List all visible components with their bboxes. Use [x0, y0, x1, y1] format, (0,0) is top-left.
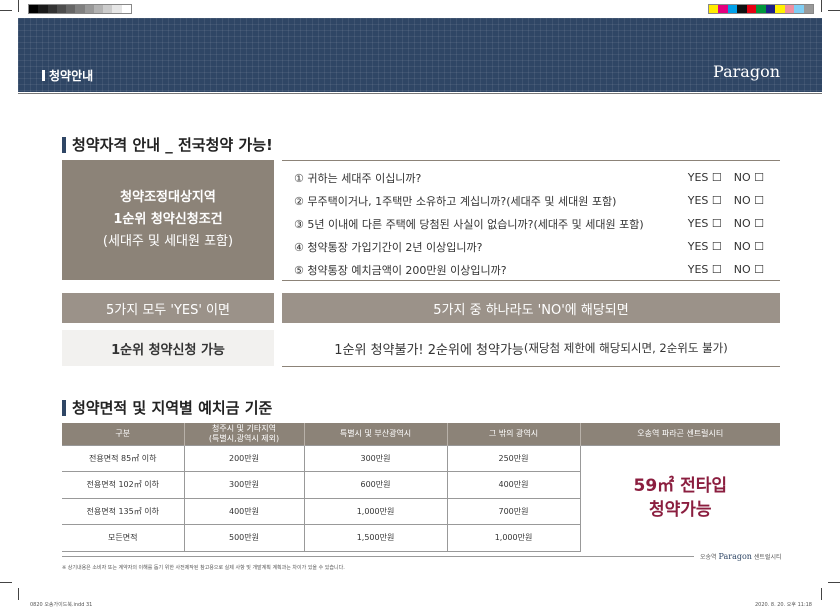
rule-line [282, 366, 780, 367]
deposit-heading: 청약면적 및 지역별 예치금 기준 [62, 397, 272, 418]
crop-mark [828, 10, 840, 11]
table-cell: 700만원 [446, 497, 580, 525]
highlight-line-1: 59㎡ 전타입 [633, 476, 728, 497]
yes-checkbox[interactable]: YES ☐ [688, 194, 722, 207]
table-cell: 전용면적 85㎡ 이하 [62, 444, 184, 472]
column-header: 오송역 파라곤 센트럴시티 [579, 423, 780, 445]
condition-line-1: 청약조정대상지역 [120, 190, 216, 205]
no-checkbox[interactable]: NO ☐ [734, 194, 764, 207]
any-no-result-note: (재당첨 제한에 해당되시면, 2순위도 불가) [523, 341, 728, 355]
deposit-heading-text: 청약면적 및 지역별 예치금 기준 [72, 399, 273, 417]
table-row: 전용면적 85㎡ 이하 200만원 300만원 250만원 59㎡ 전타입 청약… [62, 444, 780, 551]
yes-checkbox[interactable]: YES ☐ [688, 240, 722, 253]
footer-logo-brand: Paragon [718, 552, 752, 561]
highlight-cell: 59㎡ 전타입 청약가능 [579, 444, 780, 551]
no-checkbox[interactable]: NO ☐ [734, 240, 764, 253]
highlight-line-2: 청약가능 [648, 500, 712, 521]
yes-checkbox[interactable]: YES ☐ [688, 171, 722, 184]
header-divider [18, 93, 822, 94]
deposit-table: 구분 청주시 및 기타지역 (특별시,광역시 제외) 특별시 및 부산광역시 그 … [62, 423, 780, 552]
question-text: ④ 청약통장 가입기간이 2년 이상입니까? [294, 240, 483, 254]
heading-bar-icon [62, 399, 66, 416]
crop-mark [0, 582, 12, 583]
eligibility-heading: 청약자격 안내 _ 전국청약 가능! [62, 134, 273, 155]
question-row: ① 귀하는 세대주 이십니까? YES ☐ NO ☐ [294, 166, 764, 189]
question-text: ① 귀하는 세대주 이십니까? [294, 171, 422, 185]
heading-bar-icon [62, 136, 66, 153]
question-row: ⑤ 청약통장 예치금액이 200만원 이상입니까? YES ☐ NO ☐ [294, 258, 764, 281]
question-list: ① 귀하는 세대주 이십니까? YES ☐ NO ☐ ② 무주택이거나, 1주택만 … [294, 166, 764, 281]
table-cell: 모든면적 [62, 524, 184, 552]
footer-rule [62, 556, 694, 557]
column-header-line: 청주시 및 기타지역 [212, 423, 276, 433]
all-yes-result: 1순위 청약신청 가능 [62, 330, 274, 366]
section-label: 청약안내 [42, 67, 93, 84]
section-label-text: 청약안내 [49, 69, 94, 83]
condition-box: 청약조정대상지역 1순위 청약신청조건 (세대주 및 세대원 포함) [62, 160, 274, 280]
table-cell: 전용면적 135㎡ 이하 [62, 497, 184, 525]
table-cell: 300만원 [183, 471, 304, 498]
header-band [18, 18, 822, 92]
table-cell: 400만원 [446, 471, 580, 498]
print-info-right: 2020. 8. 20. 오후 11:18 [754, 602, 812, 608]
question-text: ③ 5년 이내에 다른 주택에 당첨된 사실이 없습니까?(세대주 및 세대원 … [294, 217, 644, 231]
table-cell: 1,000만원 [446, 524, 580, 552]
crop-mark [18, 0, 19, 12]
table-cell: 200만원 [183, 444, 304, 472]
question-text: ⑤ 청약통장 예치금액이 200만원 이상입니까? [294, 263, 507, 277]
table-cell: 전용면적 102㎡ 이하 [62, 471, 184, 498]
any-no-result-main: 1순위 청약불가! 2순위에 청약가능 [334, 342, 524, 358]
footer-logo: 오송역 Paragon 센트럴시티 [700, 552, 782, 561]
crop-mark [0, 10, 12, 11]
brand-logo: Paragon [713, 62, 780, 81]
table-cell: 1,000만원 [303, 497, 447, 525]
grayscale-calibration-bar [28, 4, 132, 14]
table-cell: 600만원 [303, 471, 447, 498]
all-yes-label: 5가지 모두 'YES' 이면 [62, 293, 274, 323]
yes-checkbox[interactable]: YES ☐ [688, 217, 722, 230]
crop-mark [828, 582, 840, 583]
print-info-left: 0820 오송가이드북.indd 31 [30, 602, 93, 608]
crop-mark [18, 588, 19, 600]
table-cell: 400만원 [183, 497, 304, 525]
question-row: ④ 청약통장 가입기간이 2년 이상입니까? YES ☐ NO ☐ [294, 235, 764, 258]
table-cell: 250만원 [446, 444, 580, 472]
question-text: ② 무주택이거나, 1주택만 소유하고 계십니까?(세대주 및 세대원 포함) [294, 194, 617, 208]
yes-checkbox[interactable]: YES ☐ [688, 263, 722, 276]
column-header-line: (특별시,광역시 제외) [208, 433, 280, 443]
footer-logo-post: 센트럴시티 [753, 554, 782, 561]
rule-line [282, 280, 780, 281]
column-header: 구분 [62, 423, 184, 445]
question-row: ③ 5년 이내에 다른 주택에 당첨된 사실이 없습니까?(세대주 및 세대원 … [294, 212, 764, 235]
crop-mark [821, 0, 822, 12]
table-cell: 1,500만원 [303, 524, 447, 552]
section-bar-icon [42, 70, 45, 81]
question-row: ② 무주택이거나, 1주택만 소유하고 계십니까?(세대주 및 세대원 포함) Y… [294, 189, 764, 212]
any-no-result: 1순위 청약불가! 2순위에 청약가능 (재당첨 제한에 해당되시면, 2순위도 … [282, 330, 780, 366]
condition-line-3: (세대주 및 세대원 포함) [102, 234, 234, 249]
rule-line [282, 160, 780, 161]
table-header-row: 구분 청주시 및 기타지역 (특별시,광역시 제외) 특별시 및 부산광역시 그 … [62, 423, 780, 445]
column-header: 그 밖의 광역시 [446, 423, 580, 445]
color-calibration-bar [708, 4, 814, 14]
condition-line-2: 1순위 청약신청조건 [113, 212, 223, 227]
no-checkbox[interactable]: NO ☐ [734, 263, 764, 276]
column-header: 청주시 및 기타지역 (특별시,광역시 제외) [183, 423, 304, 445]
crop-mark [821, 588, 822, 600]
footer-logo-pre: 오송역 [700, 554, 717, 561]
no-checkbox[interactable]: NO ☐ [734, 171, 764, 184]
no-checkbox[interactable]: NO ☐ [734, 217, 764, 230]
footnote: ※ 상기내용은 소비자 또는 계약자의 이해를 돕기 위한 사전제작된 참고용으… [62, 565, 345, 571]
eligibility-heading-text: 청약자격 안내 _ 전국청약 가능! [72, 136, 273, 154]
column-header: 특별시 및 부산광역시 [303, 423, 447, 445]
table-cell: 300만원 [303, 444, 447, 472]
any-no-label: 5가지 중 하나라도 'NO'에 해당되면 [282, 293, 780, 323]
table-cell: 500만원 [183, 524, 304, 552]
